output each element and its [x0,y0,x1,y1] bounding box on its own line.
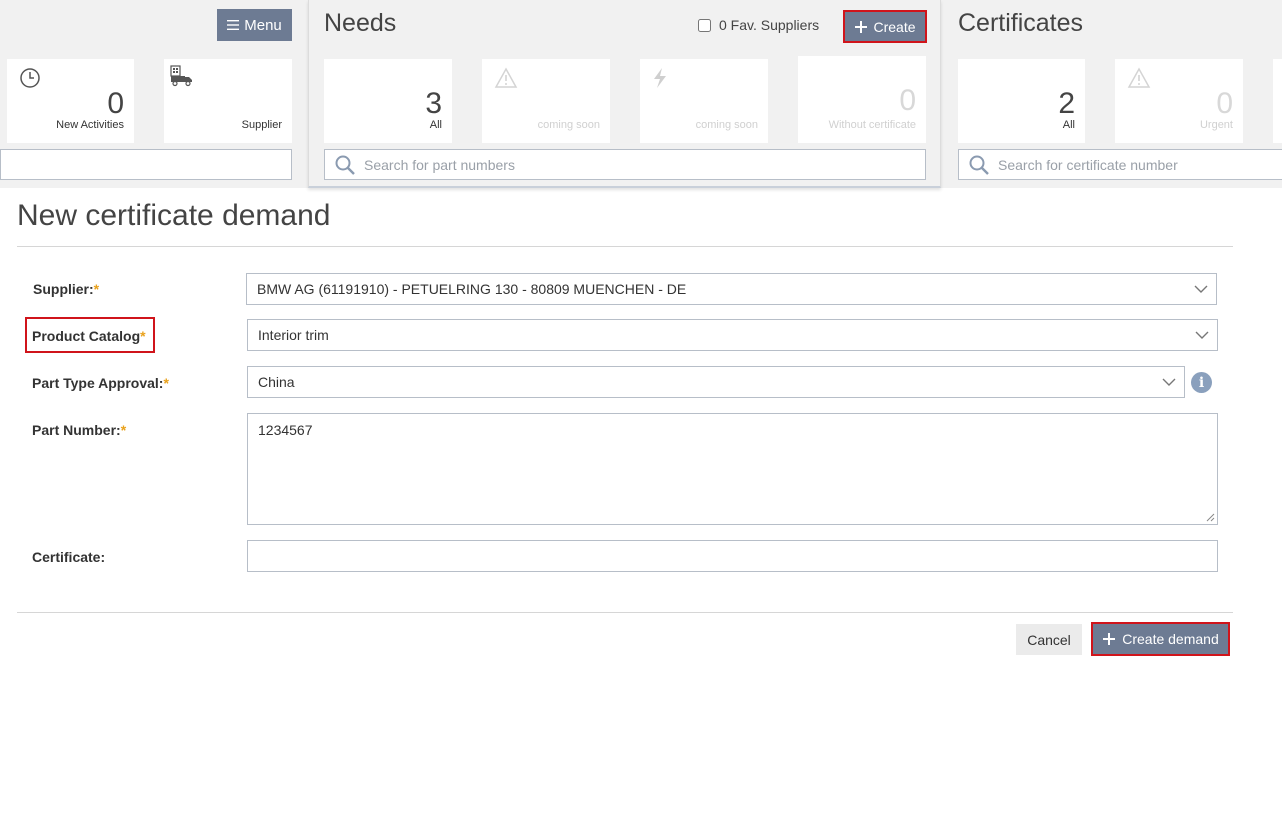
resize-handle-icon[interactable] [1206,513,1215,522]
needs-all-label: All [429,119,442,131]
chevron-down-icon [1195,331,1209,339]
certificate-input[interactable] [247,540,1218,572]
part-number-field-label: Part Number:* [32,422,127,438]
product-catalog-field-label: Product Catalog* [32,328,146,344]
product-catalog-select[interactable]: Interior trim [247,319,1218,351]
certificates-urgent-label: Urgent [1199,119,1233,131]
supplier-label: Supplier [241,119,282,131]
plus-icon [855,20,868,33]
part-type-approval-select[interactable]: China [247,366,1185,398]
footer-divider [17,612,1233,613]
create-demand-label: Create demand [1122,631,1219,647]
menu-button[interactable]: Menu [217,9,292,41]
certificates-all-count: 2 [1058,87,1075,120]
left-search-input[interactable] [0,149,292,180]
part-number-search-placeholder: Search for part numbers [364,156,515,173]
plus-icon [1103,633,1116,645]
create-label: Create [873,18,916,35]
without-certificate-count: 0 [899,84,916,117]
part-number-value: 1234567 [258,422,313,438]
supplier-truck-icon [170,65,192,87]
tile-needs-without-certificate[interactable]: 0 Without certificate [798,56,926,143]
tile-needs-coming-soon-2: coming soon [640,59,768,143]
chevron-down-icon [1162,378,1176,386]
fav-suppliers-label: 0 Fav. Suppliers [719,17,820,33]
new-activities-count: 0 [107,87,124,120]
product-catalog-value: Interior trim [258,327,329,343]
create-button[interactable]: Create [843,10,927,43]
supplier-value: BMW AG (61191910) - PETUELRING 130 - 808… [257,281,687,297]
tile-certificates-urgent[interactable]: 0 Urgent [1115,59,1243,143]
tile-certificates-all[interactable]: 2 All [958,59,1085,143]
lightning-icon [654,68,666,88]
tile-certificates-cut [1273,59,1282,143]
search-icon [335,155,355,175]
warning-icon [1127,67,1151,88]
without-certificate-label: Without certificate [828,119,916,131]
tile-new-activities[interactable]: 0 New Activities [7,59,134,143]
certificates-title: Certificates [958,9,1084,37]
page-title: New certificate demand [17,199,331,232]
fav-suppliers-checkbox[interactable] [698,18,711,32]
certificate-search-placeholder: Search for certificate number [998,156,1178,173]
supplier-field-label: Supplier:* [33,281,100,297]
tile-supplier[interactable]: Supplier [164,59,292,143]
warning-icon [494,67,518,88]
certificates-urgent-count: 0 [1216,87,1233,120]
clock-icon [20,68,40,88]
part-number-textarea[interactable]: 1234567 [247,413,1218,525]
menu-label: Menu [244,16,282,34]
create-demand-button[interactable]: Create demand [1091,622,1230,656]
tile-needs-all[interactable]: 3 All [324,59,452,143]
supplier-select[interactable]: BMW AG (61191910) - PETUELRING 130 - 808… [246,273,1217,305]
title-divider [17,246,1233,247]
certificates-all-label: All [1062,119,1075,131]
hamburger-icon [227,20,240,30]
part-type-approval-field-label: Part Type Approval:* [32,375,169,391]
cancel-button[interactable]: Cancel [1016,624,1082,655]
info-icon[interactable]: i [1191,372,1212,393]
search-icon [969,155,989,175]
coming-soon-label-2: coming soon [695,119,758,131]
needs-title: Needs [324,9,397,37]
needs-all-count: 3 [425,87,442,120]
coming-soon-label-1: coming soon [537,119,600,131]
tile-needs-coming-soon-1: coming soon [482,59,610,143]
certificate-field-label: Certificate: [32,549,106,565]
certificate-search-input[interactable]: Search for certificate number [958,149,1282,180]
new-activities-label: New Activities [56,119,124,131]
fav-suppliers-toggle[interactable]: 0 Fav. Suppliers [698,17,819,33]
part-number-search-input[interactable]: Search for part numbers [324,149,926,180]
chevron-down-icon [1194,285,1208,293]
part-type-approval-value: China [258,374,295,390]
